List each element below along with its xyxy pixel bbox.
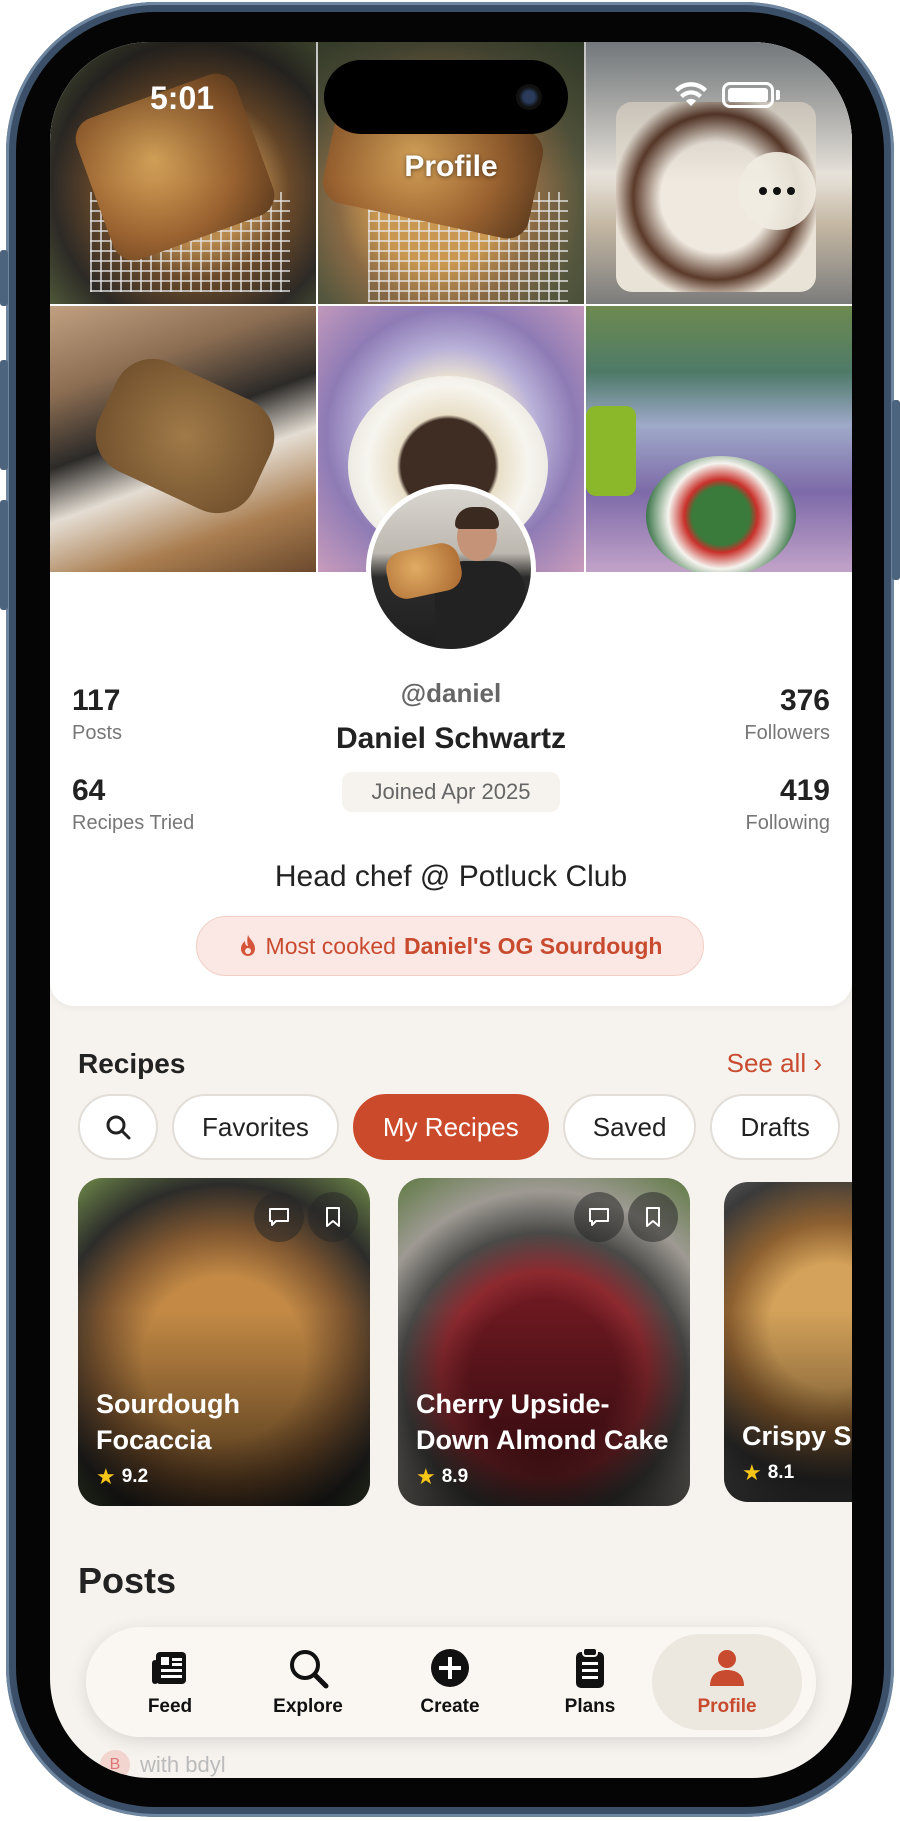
clipboard-icon [576, 1647, 604, 1688]
recipes-title: Recipes [78, 1048, 186, 1079]
star-icon: ★ [742, 1460, 762, 1485]
post-peek: B with bdyl + [100, 1750, 850, 1778]
profile-handle: @daniel [400, 678, 502, 708]
profile-name: Daniel Schwartz [335, 722, 567, 755]
see-all-link[interactable]: See all › [727, 1048, 822, 1079]
plus-circle-icon [431, 1649, 469, 1687]
grid-photo-table[interactable] [586, 306, 852, 572]
volume-down-button [0, 500, 8, 610]
posts-title: Posts [78, 1560, 177, 1601]
avatar[interactable] [366, 484, 536, 654]
tab-plans[interactable]: Plans [520, 1627, 660, 1737]
tab-profile-label: Profile [697, 1696, 757, 1717]
tab-bar: Feed Explore Create Plans Profile [86, 1627, 816, 1737]
dot-icon [773, 187, 781, 195]
screen: 5:01 Profile 117 Posts 64 Recipes Tried … [50, 42, 852, 1778]
chip-favorites[interactable]: Favorites [172, 1094, 339, 1160]
recipe-card[interactable]: Sourdough Focaccia ★ 9.2 [78, 1178, 370, 1506]
recipe-rating: ★ 8.1 [742, 1460, 794, 1486]
grid-photo-flatbread[interactable] [50, 306, 316, 572]
joined-badge: Joined Apr 2025 [342, 772, 560, 812]
star-icon: ★ [416, 1464, 436, 1489]
recipe-card[interactable]: Crispy S Chicken with Pota ★ 8.1 [724, 1182, 852, 1502]
dot-icon [787, 187, 795, 195]
rating-value: 8.9 [441, 1466, 469, 1487]
recipe-card[interactable]: Cherry Upside-Down Almond Cake ★ 8.9 [398, 1178, 690, 1506]
avatar-badge: B [100, 1750, 130, 1778]
stat-recipes-tried-label: Recipes Tried [72, 812, 195, 834]
recipe-rating: ★ 9.2 [96, 1464, 148, 1490]
tab-feed[interactable]: Feed [100, 1627, 240, 1737]
volume-up-button [0, 360, 8, 470]
search-icon [106, 1115, 131, 1140]
tab-explore-label: Explore [273, 1696, 343, 1717]
most-cooked-badge[interactable]: Most cooked Daniel's OG Sourdough [196, 916, 704, 976]
recipe-title: Crispy S Chicken with Pota [742, 1421, 852, 1451]
flame-icon [240, 935, 255, 956]
post-peek-text: with bdyl [140, 1752, 226, 1777]
feed-icon [152, 1652, 186, 1684]
nav-title: Profile [404, 150, 498, 183]
tab-plans-label: Plans [564, 1696, 616, 1717]
tab-create-label: Create [420, 1696, 480, 1717]
recipe-rating: ★ 8.9 [416, 1464, 468, 1490]
comment-icon[interactable] [574, 1192, 624, 1242]
battery-icon [722, 82, 774, 108]
stat-following-value: 419 [779, 774, 830, 807]
bookmark-icon[interactable] [628, 1192, 678, 1242]
stat-following-label: Following [745, 812, 830, 834]
most-cooked-label: Most cooked [265, 932, 396, 959]
comment-icon[interactable] [254, 1192, 304, 1242]
wifi-icon [675, 82, 707, 106]
status-icons [674, 82, 780, 108]
most-cooked-value: Daniel's OG Sourdough [403, 932, 663, 959]
chip-drafts[interactable]: Drafts [710, 1094, 840, 1160]
chip-my-recipes[interactable]: My Recipes [352, 1094, 549, 1160]
chip-saved[interactable]: Saved [562, 1094, 697, 1160]
stat-recipes-tried[interactable]: 64 Recipes Tried [72, 774, 194, 835]
tab-explore[interactable]: Explore [238, 1627, 378, 1737]
star-icon: ★ [96, 1464, 116, 1489]
rating-value: 8.1 [767, 1462, 795, 1483]
recipe-title: Sourdough Focaccia [96, 1389, 240, 1455]
action-button [0, 250, 8, 306]
magnifier-icon [290, 1650, 329, 1689]
side-button [892, 400, 900, 580]
rating-value: 9.2 [121, 1466, 149, 1487]
more-options-button[interactable] [738, 152, 816, 230]
plus-icon[interactable]: + [820, 1750, 850, 1778]
dynamic-island [324, 60, 568, 134]
search-chip[interactable] [78, 1094, 158, 1160]
dot-icon [759, 187, 767, 195]
stat-following[interactable]: 419 Following [746, 774, 830, 835]
recipe-filter-chips: Favorites My Recipes Saved Drafts [78, 1094, 840, 1160]
stat-recipes-tried-value: 64 [72, 774, 106, 807]
recipe-title: Cherry Upside-Down Almond Cake [416, 1389, 669, 1455]
status-time: 5:01 [150, 80, 215, 116]
tab-feed-label: Feed [147, 1696, 193, 1717]
tab-profile[interactable]: Profile [652, 1634, 802, 1730]
person-icon [710, 1650, 744, 1686]
bookmark-icon[interactable] [308, 1192, 358, 1242]
tab-create[interactable]: Create [380, 1627, 520, 1737]
profile-bio: Head chef @ Potluck Club [274, 860, 628, 893]
